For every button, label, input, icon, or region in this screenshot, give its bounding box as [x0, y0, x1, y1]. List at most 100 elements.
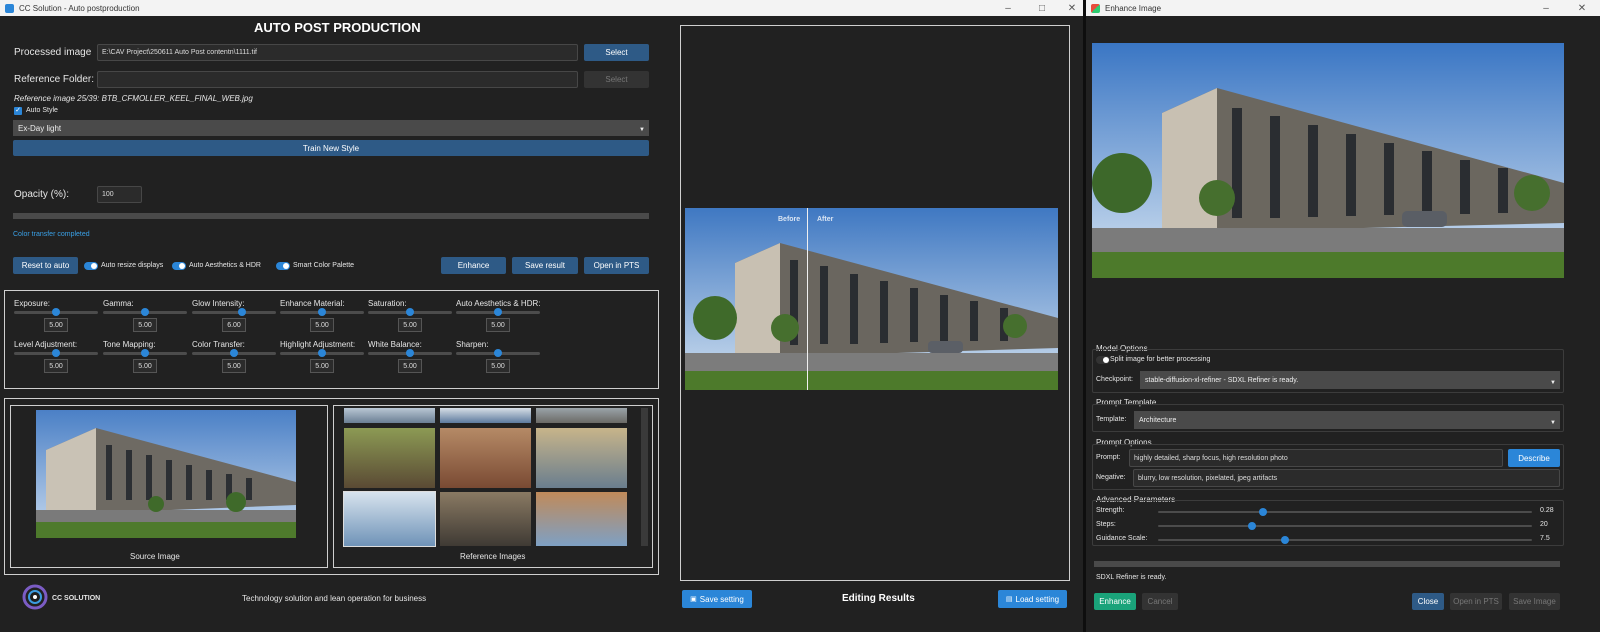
- cancel-button[interactable]: Cancel: [1142, 593, 1178, 610]
- slider-label: Color Transfer:: [192, 340, 245, 349]
- select-reference-button[interactable]: Select: [584, 71, 649, 88]
- auto-resize-toggle[interactable]: [84, 262, 98, 270]
- reference-thumbnail[interactable]: [440, 428, 531, 488]
- compare-divider[interactable]: [807, 208, 808, 390]
- slider-value[interactable]: 5.00: [398, 318, 422, 332]
- slider-label: Enhance Material:: [280, 299, 345, 308]
- auto-style-checkbox[interactable]: ✓: [14, 107, 22, 115]
- train-new-style-button[interactable]: Train New Style: [13, 140, 649, 156]
- save-setting-label: Save setting: [699, 594, 744, 604]
- reference-thumbnail[interactable]: [536, 408, 627, 423]
- checkpoint-value: stable-diffusion-xl-refiner - SDXL Refin…: [1145, 376, 1299, 384]
- reference-thumbnail[interactable]: [343, 491, 436, 547]
- enhance-status: SDXL Refiner is ready.: [1096, 574, 1167, 581]
- slider-track[interactable]: [192, 308, 276, 316]
- slider-thumb[interactable]: [230, 349, 238, 357]
- enhance-button[interactable]: Enhance: [441, 257, 506, 274]
- checkpoint-dropdown[interactable]: stable-diffusion-xl-refiner - SDXL Refin…: [1140, 371, 1560, 389]
- param-slider-thumb[interactable]: [1258, 508, 1267, 516]
- slider-thumb[interactable]: [52, 349, 60, 357]
- param-slider[interactable]: [1158, 522, 1532, 530]
- processed-image-path[interactable]: E:\CAV Project\250611 Auto Post contentn…: [97, 44, 578, 61]
- slider-track[interactable]: [280, 349, 364, 357]
- enhance-open-pts-button[interactable]: Open in PTS: [1450, 593, 1502, 610]
- param-slider[interactable]: [1158, 536, 1532, 544]
- save-setting-button[interactable]: ▣ Save setting: [682, 590, 752, 608]
- close-icon[interactable]: ✕: [1058, 0, 1083, 16]
- reference-folder-input[interactable]: [97, 71, 578, 88]
- reference-thumbnail[interactable]: [344, 408, 435, 423]
- negative-input[interactable]: blurry, low resolution, pixelated, jpeg …: [1133, 469, 1560, 487]
- maximize-icon[interactable]: □: [1028, 0, 1056, 16]
- slider-value[interactable]: 5.00: [133, 359, 157, 373]
- slider-thumb[interactable]: [318, 308, 326, 316]
- slider-track[interactable]: [456, 349, 540, 357]
- slider-value[interactable]: 5.00: [133, 318, 157, 332]
- close-button[interactable]: Close: [1412, 593, 1444, 610]
- slider-track[interactable]: [14, 349, 98, 357]
- save-result-button[interactable]: Save result: [512, 257, 578, 274]
- select-processed-button[interactable]: Select: [584, 44, 649, 61]
- enhance-minimize-icon[interactable]: –: [1532, 0, 1560, 16]
- describe-button[interactable]: Describe: [1508, 449, 1560, 467]
- slider-thumb[interactable]: [318, 349, 326, 357]
- load-setting-button[interactable]: ▤ Load setting: [998, 590, 1067, 608]
- slider-thumb[interactable]: [406, 308, 414, 316]
- enhance-run-button[interactable]: Enhance: [1094, 593, 1136, 610]
- save-image-button[interactable]: Save Image: [1509, 593, 1560, 610]
- slider-thumb[interactable]: [406, 349, 414, 357]
- slider-value[interactable]: 5.00: [310, 359, 334, 373]
- prompt-input[interactable]: highly detailed, sharp focus, high resol…: [1129, 449, 1503, 467]
- slider-track[interactable]: [103, 308, 187, 316]
- reference-thumbnail[interactable]: [440, 408, 531, 423]
- slider-label: Auto Aesthetics & HDR:: [456, 299, 541, 308]
- style-dropdown-value: Ex-Day light: [18, 123, 62, 133]
- reference-thumbnail[interactable]: [536, 492, 627, 546]
- result-image: [685, 208, 1058, 390]
- template-value: Architecture: [1139, 416, 1177, 424]
- open-pts-button[interactable]: Open in PTS: [584, 257, 649, 274]
- slider-value[interactable]: 5.00: [44, 318, 68, 332]
- param-slider[interactable]: [1158, 508, 1532, 516]
- slider-value[interactable]: 5.00: [222, 359, 246, 373]
- slider-thumb[interactable]: [52, 308, 60, 316]
- slider-value[interactable]: 5.00: [310, 318, 334, 332]
- slider-value[interactable]: 5.00: [398, 359, 422, 373]
- smart-color-toggle[interactable]: [276, 262, 290, 270]
- slider-value[interactable]: 5.00: [486, 318, 510, 332]
- enhance-close-icon[interactable]: ✕: [1568, 0, 1596, 16]
- slider-label: Exposure:: [14, 299, 51, 308]
- folder-icon: ▤: [1005, 596, 1013, 603]
- auto-aesthetics-toggle[interactable]: [172, 262, 186, 270]
- reset-to-auto-button[interactable]: Reset to auto: [13, 257, 78, 274]
- processed-image-label: Processed image: [14, 47, 92, 58]
- slider-thumb[interactable]: [141, 308, 149, 316]
- slider-value[interactable]: 6.00: [222, 318, 246, 332]
- slider-track[interactable]: [368, 308, 452, 316]
- split-image-toggle[interactable]: [1096, 356, 1110, 364]
- reference-thumbnail[interactable]: [344, 428, 435, 488]
- slider-track[interactable]: [14, 308, 98, 316]
- template-dropdown[interactable]: Architecture ▼: [1134, 411, 1560, 429]
- reference-thumbnail[interactable]: [536, 428, 627, 488]
- reference-thumbnail[interactable]: [440, 492, 531, 546]
- checkpoint-label: Checkpoint:: [1096, 376, 1133, 383]
- slider-track[interactable]: [280, 308, 364, 316]
- logo-icon: [22, 584, 48, 610]
- style-dropdown[interactable]: Ex-Day light ▼: [13, 120, 649, 136]
- reference-scrollbar[interactable]: [641, 408, 648, 546]
- opacity-input[interactable]: 100: [97, 186, 142, 203]
- slider-thumb[interactable]: [494, 349, 502, 357]
- slider-value[interactable]: 5.00: [486, 359, 510, 373]
- tagline: Technology solution and lean operation f…: [242, 594, 427, 603]
- slider-track[interactable]: [192, 349, 276, 357]
- slider-value[interactable]: 5.00: [44, 359, 68, 373]
- slider-thumb[interactable]: [494, 308, 502, 316]
- slider-thumb[interactable]: [141, 349, 149, 357]
- slider-track[interactable]: [103, 349, 187, 357]
- param-slider-thumb[interactable]: [1247, 522, 1256, 530]
- slider-track[interactable]: [368, 349, 452, 357]
- minimize-icon[interactable]: –: [994, 0, 1022, 16]
- slider-label: Saturation:: [368, 299, 407, 308]
- slider-track[interactable]: [456, 308, 540, 316]
